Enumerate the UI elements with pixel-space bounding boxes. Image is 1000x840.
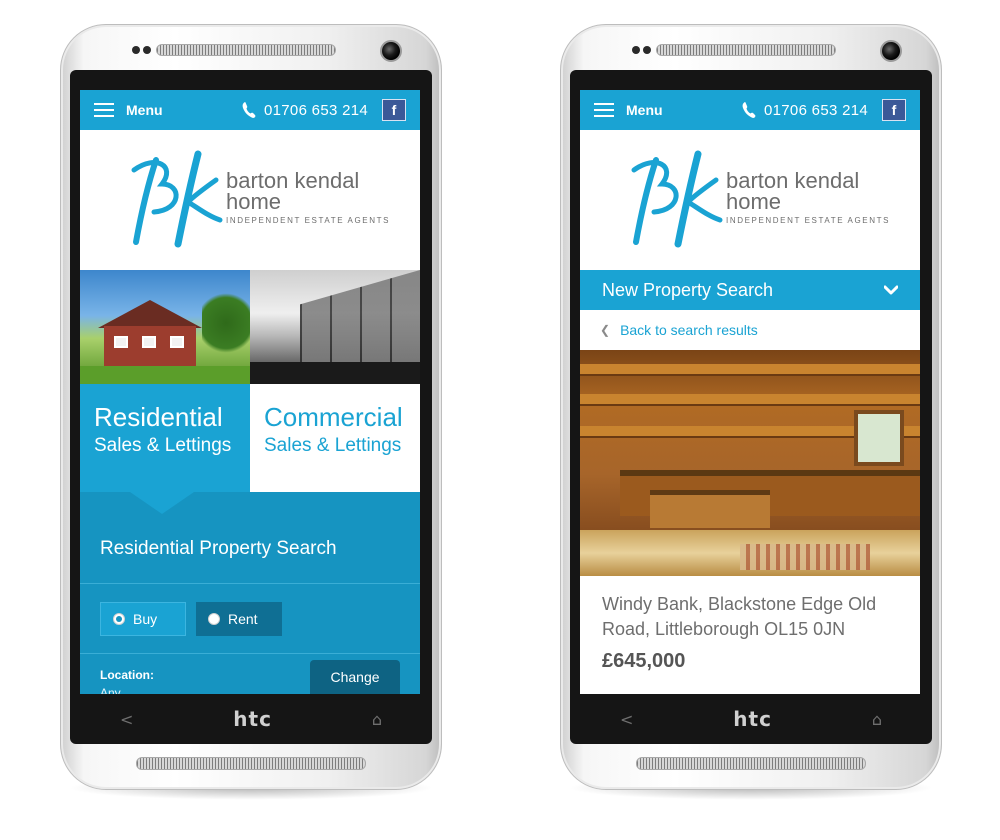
sensor-icon: [132, 46, 140, 54]
facebook-icon[interactable]: f: [382, 99, 406, 121]
logo[interactable]: barton kendal home INDEPENDENT ESTATE AG…: [80, 130, 420, 270]
logo-tagline: INDEPENDENT ESTATE AGENTS: [726, 216, 891, 225]
sensor-icon: [632, 46, 640, 54]
phone-right: Menu 01706 653 214 f barton kendal home …: [560, 24, 942, 800]
radio-checked-icon[interactable]: [113, 613, 125, 625]
speaker-grille: [636, 757, 866, 770]
rent-label: Rent: [228, 611, 258, 627]
hamburger-icon[interactable]: [594, 103, 614, 117]
logo-tagline: INDEPENDENT ESTATE AGENTS: [226, 216, 391, 225]
top-bar: Menu 01706 653 214 f: [80, 90, 420, 130]
change-location-button[interactable]: Change: [310, 660, 400, 694]
commercial-title: Commercial: [264, 402, 403, 432]
back-to-results-link[interactable]: ❮ Back to search results: [580, 310, 920, 350]
buy-option[interactable]: Buy: [100, 602, 186, 636]
buy-label: Buy: [133, 611, 158, 627]
device-brand-logo: htc: [233, 707, 272, 731]
bk-monogram-icon: [131, 150, 223, 248]
radio-unchecked-icon[interactable]: [208, 613, 220, 625]
phone-number-link[interactable]: 01706 653 214: [264, 102, 368, 119]
device-brand-logo: htc: [733, 707, 772, 731]
category-photos: [80, 270, 420, 384]
new-search-title: New Property Search: [602, 279, 774, 300]
chevron-left-icon: ❮: [600, 323, 611, 337]
speaker-grille: [136, 757, 366, 770]
property-address: Windy Bank, Blackstone Edge Old Road, Li…: [602, 594, 877, 639]
hamburger-icon[interactable]: [94, 103, 114, 117]
back-nav-icon[interactable]: <: [120, 710, 133, 729]
commercial-tile[interactable]: Commercial Sales & Lettings: [250, 384, 420, 492]
property-photo[interactable]: [580, 350, 920, 576]
location-row: Location: Any Change: [80, 654, 420, 694]
buy-rent-toggle: Buy Rent: [80, 584, 420, 654]
menu-button[interactable]: Menu: [626, 102, 663, 118]
front-camera-icon: [880, 40, 902, 62]
sensor-icon: [143, 46, 151, 54]
active-indicator: [130, 492, 194, 514]
facebook-icon[interactable]: f: [882, 99, 906, 121]
speaker-grille: [656, 44, 836, 56]
residential-photo[interactable]: [80, 270, 250, 384]
speaker-grille: [156, 44, 336, 56]
search-panel: Residential Property Search Buy Rent Loc…: [80, 492, 420, 694]
logo-text: barton kendal home INDEPENDENT ESTATE AG…: [226, 170, 391, 226]
back-nav-icon[interactable]: <: [620, 710, 633, 729]
phone-icon[interactable]: [242, 101, 256, 119]
back-to-results-label: Back to search results: [620, 322, 758, 338]
logo-text: barton kendal home INDEPENDENT ESTATE AG…: [726, 170, 891, 226]
screen-home: Menu 01706 653 214 f barton kendal home …: [80, 90, 420, 694]
logo-home: home: [726, 189, 782, 214]
category-tiles: Residential Sales & Lettings Commercial …: [80, 384, 420, 514]
new-search-toggle[interactable]: New Property Search: [580, 270, 920, 310]
commercial-photo[interactable]: [250, 270, 420, 384]
property-price: £645,000: [602, 650, 686, 672]
device-nav-bar: < htc ⌂: [70, 694, 432, 744]
home-nav-icon[interactable]: ⌂: [372, 710, 382, 729]
residential-title: Residential: [94, 402, 223, 432]
home-nav-icon[interactable]: ⌂: [872, 710, 882, 729]
chevron-down-icon[interactable]: [884, 285, 898, 295]
phone-number-link[interactable]: 01706 653 214: [764, 102, 868, 119]
commercial-subtitle: Sales & Lettings: [264, 435, 402, 456]
bk-monogram-icon: [631, 150, 723, 248]
top-bar: Menu 01706 653 214 f: [580, 90, 920, 130]
rent-option[interactable]: Rent: [196, 602, 282, 636]
logo[interactable]: barton kendal home INDEPENDENT ESTATE AG…: [580, 130, 920, 270]
sensor-icon: [643, 46, 651, 54]
logo-home: home: [226, 189, 282, 214]
phone-left: Menu 01706 653 214 f barton kendal home …: [60, 24, 442, 800]
device-nav-bar: < htc ⌂: [570, 694, 932, 744]
phone-icon[interactable]: [742, 101, 756, 119]
residential-subtitle: Sales & Lettings: [94, 435, 232, 456]
screen-property-detail: Menu 01706 653 214 f barton kendal home …: [580, 90, 920, 694]
menu-button[interactable]: Menu: [126, 102, 163, 118]
front-camera-icon: [380, 40, 402, 62]
residential-tile[interactable]: Residential Sales & Lettings: [80, 384, 250, 514]
